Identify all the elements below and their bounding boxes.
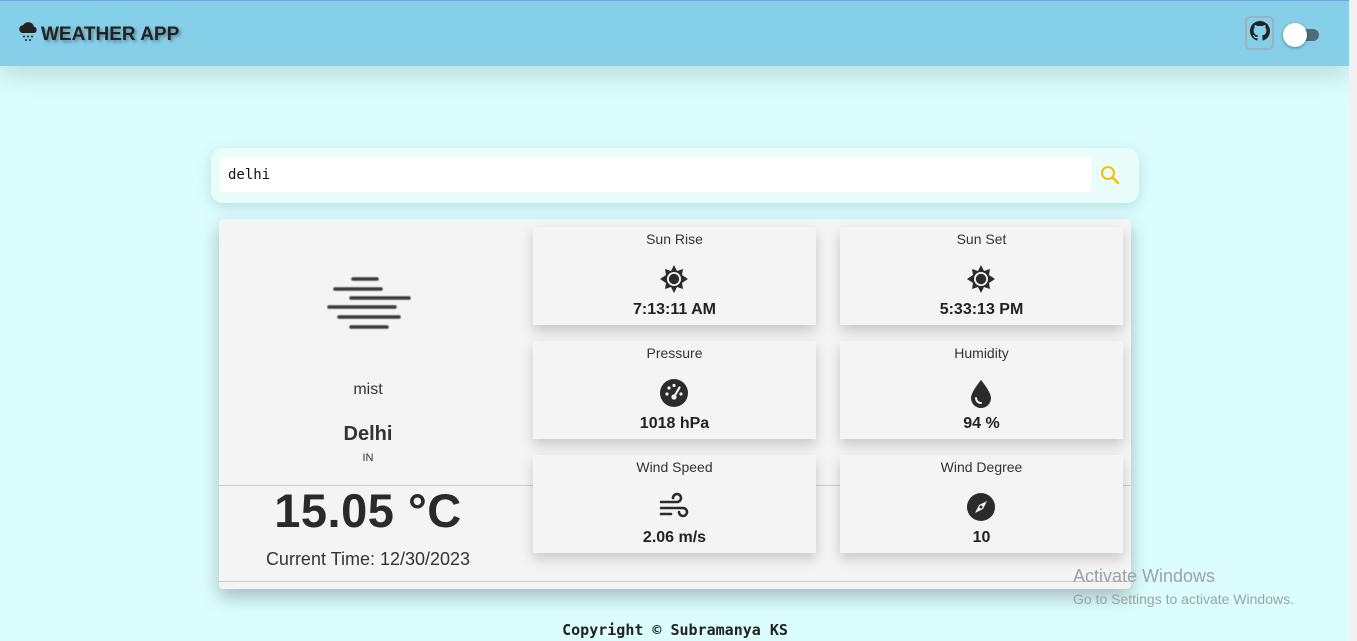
watermark-subtitle: Go to Settings to activate Windows. [1073,591,1294,607]
country-code: IN [362,452,374,464]
tile-pressure: Pressure 1018 hPa [533,341,816,439]
top-navbar: WEATHER APP [0,0,1350,66]
compass-icon [966,492,996,522]
tile-value: 1018 hPa [639,415,710,432]
tile-sunrise: Sun Rise 7:13:11 AM [533,227,816,325]
tile-value: 2.06 m/s [642,529,707,546]
theme-toggle[interactable] [1283,23,1319,47]
tile-value: 10 [972,529,991,546]
toggle-knob [1283,23,1307,47]
windows-activation-watermark: Activate Windows Go to Settings to activ… [1073,566,1294,607]
search-bar [211,148,1139,203]
tile-label: Sun Rise [646,231,703,247]
tile-wind-degree: Wind Degree 10 [840,455,1123,553]
tile-wind-speed: Wind Speed 2.06 m/s [533,455,816,553]
brand[interactable]: WEATHER APP [17,21,179,49]
temperature: 15.05 °C [274,484,462,537]
footer-copyright: Copyright © Subramanya KS [562,621,788,639]
github-link-button[interactable] [1245,16,1274,50]
watermark-title: Activate Windows [1073,566,1216,586]
search-input[interactable] [220,157,1091,192]
search-icon[interactable] [1100,165,1120,185]
github-icon [1249,20,1270,46]
gauge-icon [659,378,689,408]
tile-humidity: Humidity 94 % [840,341,1123,439]
sun-icon [966,264,996,294]
weather-card: mist Delhi IN 15.05 °C Current Time: 12/… [219,219,1131,589]
weather-description: mist [353,381,383,398]
mist-icon [327,276,413,339]
tile-value: 94 % [963,415,1000,432]
tile-sunset: Sun Set 5:33:13 PM [840,227,1123,325]
sun-icon [659,264,689,294]
tile-label: Pressure [646,345,703,361]
tile-label: Sun Set [956,231,1007,247]
city-name: Delhi [343,423,393,445]
tile-label: Wind Degree [940,459,1023,475]
tile-value: 5:33:13 PM [939,301,1024,318]
scrollbar[interactable] [1349,0,1357,641]
wind-icon [659,492,689,522]
tile-label: Wind Speed [636,459,713,475]
current-time: Current Time: 12/30/2023 [265,549,471,569]
tile-label: Humidity [954,345,1009,361]
tile-value: 7:13:11 AM [633,301,716,318]
cloud-rain-icon [17,21,41,49]
app-title: WEATHER APP [41,24,180,45]
current-weather-panel: mist Delhi IN 15.05 °C Current Time: 12/… [219,219,517,589]
droplet-icon [966,378,996,408]
